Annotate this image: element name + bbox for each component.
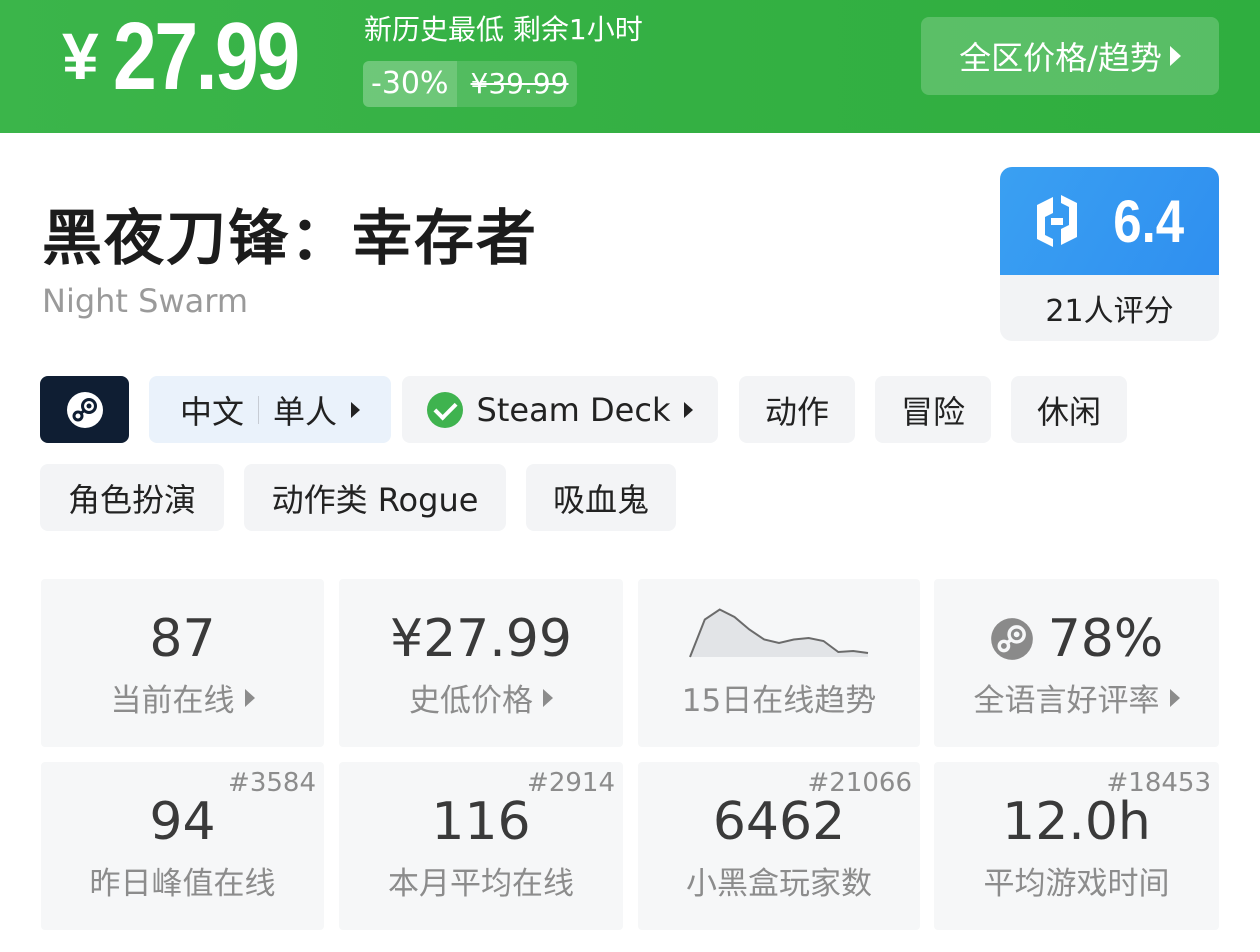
chevron-right-icon <box>543 688 553 707</box>
positive-rate-value: 78% <box>1047 609 1164 669</box>
online-trend-label: 15日在线趋势 <box>681 683 877 719</box>
price-amount: 27.99 <box>112 3 300 110</box>
steam-deck-tag[interactable]: Steam Deck <box>402 376 718 443</box>
players-card[interactable]: #21066 6462 小黑盒玩家数 <box>638 762 920 930</box>
discount-tags: -30% ¥39.99 <box>363 61 577 107</box>
avg-playtime-card[interactable]: #18453 12.0h 平均游戏时间 <box>934 762 1219 930</box>
monthly-avg-card[interactable]: #2914 116 本月平均在线 <box>339 762 623 930</box>
chevron-right-icon <box>1169 688 1180 707</box>
steam-icon <box>990 618 1033 660</box>
online-now-label: 当前在线 <box>41 675 324 720</box>
game-subtitle: Night Swarm <box>42 282 248 320</box>
online-now-card[interactable]: 87 当前在线 <box>41 579 324 747</box>
genre-tag-adventure[interactable]: 冒险 <box>875 376 991 443</box>
language-mode-tag[interactable]: 中文 单人 <box>149 376 391 443</box>
verified-check-icon <box>426 391 463 428</box>
original-price: ¥39.99 <box>456 61 577 107</box>
steam-platform-tag[interactable] <box>40 376 129 443</box>
peak-yesterday-card[interactable]: #3584 94 昨日峰值在线 <box>41 762 324 930</box>
steam-deck-label: Steam Deck <box>476 390 671 429</box>
divider <box>258 395 259 424</box>
players-value: 6462 <box>712 792 846 852</box>
online-trend-card[interactable]: 15日在线趋势 <box>638 579 920 747</box>
genre-tag-vampire[interactable]: 吸血鬼 <box>526 464 676 531</box>
genre-tag-rpg[interactable]: 角色扮演 <box>40 464 224 531</box>
online-now-value: 87 <box>149 609 216 669</box>
heybox-logo-icon <box>1036 195 1077 247</box>
chevron-right-icon <box>244 688 255 707</box>
score-value: 6.4 <box>1113 187 1184 255</box>
steam-icon <box>66 391 103 428</box>
avg-playtime-label: 平均游戏时间 <box>983 866 1170 902</box>
price-banner: ¥27.99 新历史最低 剩余1小时 -30% ¥39.99 全区价格/趋势 <box>0 0 1260 133</box>
language-label: 中文 <box>179 392 244 431</box>
score-header: 6.4 <box>1000 167 1219 275</box>
online-now-label-text: 当前在线 <box>110 683 235 719</box>
score-card[interactable]: 6.4 21人评分 <box>1000 167 1219 341</box>
genre-tag-action-rogue[interactable]: 动作类 Rogue <box>244 464 506 531</box>
region-price-button[interactable]: 全区价格/趋势 <box>921 17 1219 95</box>
lowest-price-card[interactable]: ¥27.99 史低价格 <box>339 579 623 747</box>
monthly-avg-label: 本月平均在线 <box>388 866 574 902</box>
genre-tag-casual[interactable]: 休闲 <box>1011 376 1127 443</box>
trend-area <box>690 609 868 657</box>
peak-yesterday-label: 昨日峰值在线 <box>89 866 276 902</box>
positive-rate-label: 全语言好评率 <box>934 675 1219 720</box>
rater-count: 21人评分 <box>1045 294 1174 329</box>
players-label: 小黑盒玩家数 <box>686 866 872 902</box>
chevron-right-icon <box>351 401 361 418</box>
avg-playtime-value: 12.0h <box>1002 792 1151 852</box>
monthly-avg-value: 116 <box>431 792 531 852</box>
positive-rate-label-text: 全语言好评率 <box>973 683 1160 719</box>
genre-tag-action[interactable]: 动作 <box>739 376 855 443</box>
game-title: 黑夜刀锋：幸存者 <box>42 204 538 274</box>
positive-rate-row: 78% <box>934 609 1219 669</box>
mode-label: 单人 <box>273 392 338 431</box>
currency-symbol: ¥ <box>62 19 99 93</box>
chevron-right-icon <box>1169 46 1181 66</box>
discount-badge: -30% <box>363 61 457 107</box>
chevron-right-icon <box>684 401 694 418</box>
current-price: ¥27.99 <box>62 2 338 112</box>
positive-rate-card[interactable]: 78% 全语言好评率 <box>934 579 1219 747</box>
lowest-price-label: 史低价格 <box>339 675 623 720</box>
lowest-price-value: ¥27.99 <box>390 609 572 669</box>
region-price-label: 全区价格/趋势 <box>959 39 1162 77</box>
online-trend-sparkline <box>689 608 869 658</box>
lowest-price-label-text: 史低价格 <box>409 683 533 719</box>
deal-note: 新历史最低 剩余1小时 <box>364 13 643 46</box>
peak-yesterday-value: 94 <box>149 792 216 852</box>
